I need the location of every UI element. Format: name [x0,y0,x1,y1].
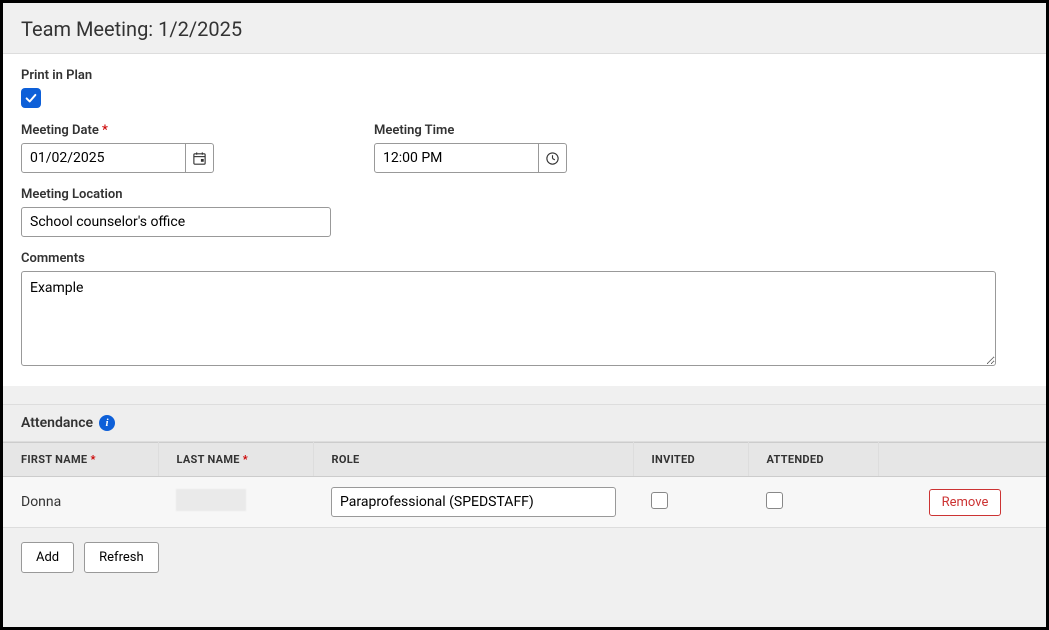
required-indicator: * [102,123,108,138]
print-in-plan-label: Print in Plan [21,68,1028,83]
last-name-cell [158,477,313,528]
invited-checkbox[interactable] [651,492,668,509]
required-indicator: * [90,453,95,466]
col-header-attended: ATTENDED [748,443,878,477]
role-cell [313,477,633,528]
comments-textarea[interactable] [21,271,996,366]
add-button[interactable]: Add [21,542,74,573]
meeting-time-label: Meeting Time [374,123,567,138]
info-icon[interactable]: i [99,415,115,431]
col-header-first-name: FIRST NAME * [3,443,158,477]
check-icon [24,91,38,105]
divider-band [3,386,1046,404]
attended-cell [748,477,878,528]
actions-cell: Remove [878,477,1046,528]
page-title: Team Meeting: 1/2/2025 [3,3,1046,54]
clock-icon [545,151,560,166]
attendance-table: FIRST NAME * LAST NAME * ROLE INVITED AT… [3,442,1046,528]
meeting-location-input[interactable] [21,207,331,237]
required-indicator: * [243,453,248,466]
col-header-role: ROLE [313,443,633,477]
col-header-last-name: LAST NAME * [158,443,313,477]
comments-label: Comments [21,251,1028,266]
table-row: Donna Remove [3,477,1046,528]
redacted-placeholder [176,489,246,511]
refresh-button[interactable]: Refresh [84,542,158,573]
attendance-section-label: Attendance [21,415,93,431]
attended-checkbox[interactable] [766,492,783,509]
attendance-section-header: Attendance i [3,404,1046,442]
role-input[interactable] [331,487,616,517]
print-in-plan-checkbox[interactable] [21,88,41,108]
meeting-date-input[interactable] [21,143,186,173]
meeting-date-label: Meeting Date * [21,123,214,138]
meeting-time-input[interactable] [374,143,539,173]
invited-cell [633,477,748,528]
time-picker-button[interactable] [539,143,567,173]
col-header-actions [878,443,1046,477]
remove-button[interactable]: Remove [929,489,1002,516]
meeting-location-label: Meeting Location [21,187,1028,202]
first-name-cell: Donna [3,477,158,528]
dialog-frame: Team Meeting: 1/2/2025 Print in Plan Mee… [0,0,1049,630]
col-header-invited: INVITED [633,443,748,477]
attendance-panel: Attendance i FIRST NAME * LAST NAME * RO… [3,404,1046,591]
form-panel: Print in Plan Meeting Date * [3,54,1046,386]
calendar-picker-button[interactable] [186,143,214,173]
calendar-icon [192,151,207,166]
